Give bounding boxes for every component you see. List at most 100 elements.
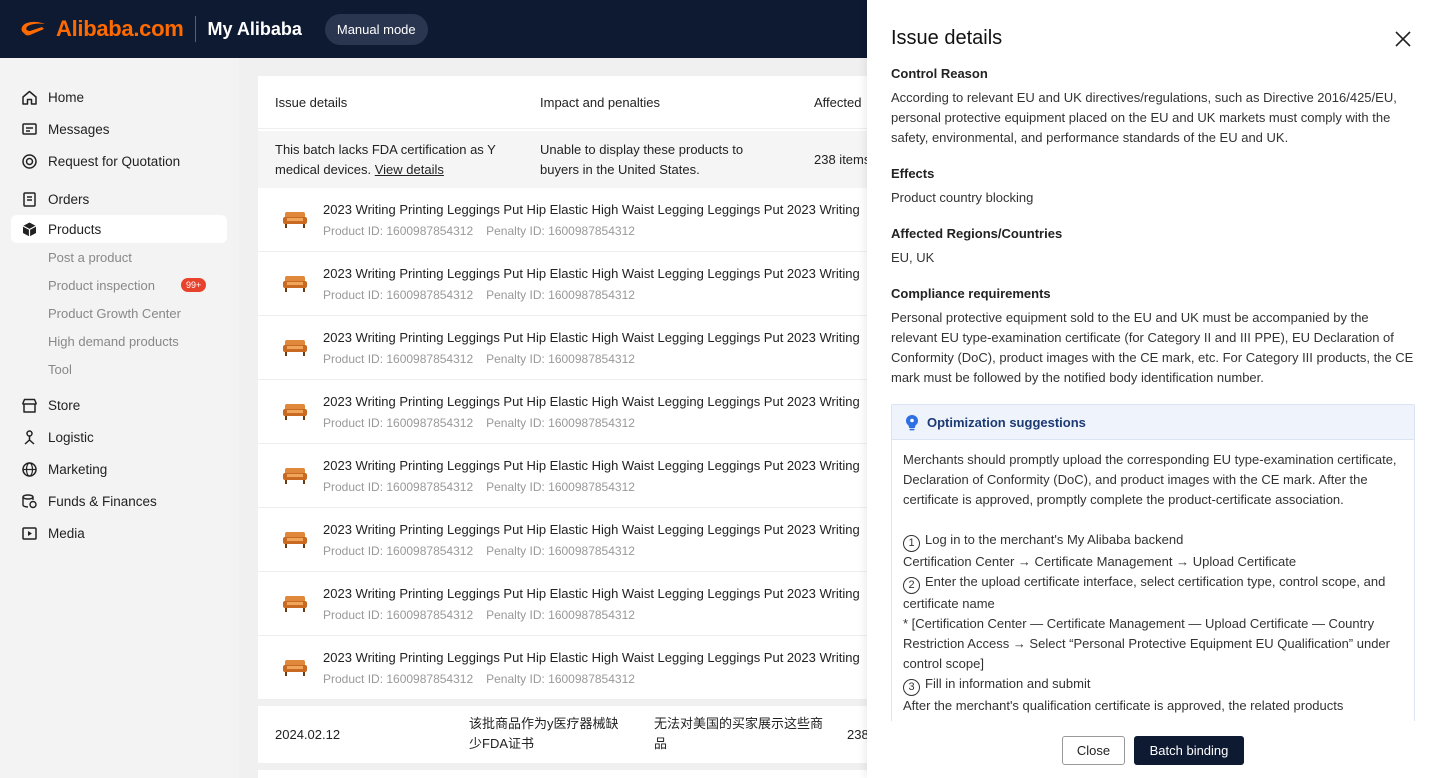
product-meta: Product ID: 1600987854312 Penalty ID: 160…: [323, 544, 635, 558]
step-3: 3 Fill in information and submit: [903, 674, 1403, 696]
table-row[interactable]: 2024.02.12 该批商品作为y医疗器械缺少FDA证书 无法对美国的买家展示…: [258, 706, 867, 763]
alibaba-logo[interactable]: Alibaba.com: [18, 16, 184, 42]
coins-icon: [20, 492, 38, 510]
sidebar-item-label: Logistic: [48, 429, 94, 445]
product-title[interactable]: 2023 Writing Printing Leggings Put Hip E…: [323, 586, 860, 601]
row-impact: 无法对美国的买家展示这些商品: [654, 716, 824, 751]
product-title[interactable]: 2023 Writing Printing Leggings Put Hip E…: [323, 650, 860, 665]
sidebar-item-label: Media: [48, 525, 85, 541]
view-details-link[interactable]: View details: [375, 162, 444, 177]
column-header: Issue details: [275, 94, 348, 110]
sidebar-item-orders[interactable]: Orders: [0, 183, 239, 215]
main-content: Issue details Impact and penalties Affec…: [239, 58, 867, 778]
notification-badge: 99+: [180, 278, 207, 292]
sidebar-item-label: Home: [48, 89, 85, 105]
sidebar-item-store[interactable]: Store: [0, 389, 239, 421]
sidebar-subitem-growth-center[interactable]: Product Growth Center: [0, 299, 239, 327]
home-icon: [20, 88, 38, 106]
product-thumbnail[interactable]: [282, 400, 308, 422]
product-meta: Product ID: 1600987854312 Penalty ID: 160…: [323, 224, 635, 238]
manual-mode-button[interactable]: Manual mode: [324, 13, 428, 45]
product-title[interactable]: 2023 Writing Printing Leggings Put Hip E…: [323, 522, 860, 537]
penalty-id: Penalty ID: 1600987854312: [486, 544, 635, 558]
box-icon: [20, 220, 38, 238]
product-thumbnail[interactable]: [282, 336, 308, 358]
sidebar-item-label: Orders: [48, 191, 90, 207]
product-thumbnail[interactable]: [282, 592, 308, 614]
sidebar-subitem-label: Product inspection: [48, 277, 155, 293]
product-meta: Product ID: 1600987854312 Penalty ID: 160…: [323, 288, 635, 302]
product-list: 2023 Writing Printing Leggings Put Hip E…: [258, 188, 867, 700]
product-row[interactable]: 2023 Writing Printing Leggings Put Hip E…: [258, 316, 867, 380]
row-date: 2024.02.12: [275, 727, 341, 742]
sidebar-item-label: Request for Quotation: [48, 153, 181, 169]
sidebar: Home Messages Request for Quotation Orde…: [0, 58, 239, 778]
column-header: Affected: [814, 94, 862, 110]
logo-text: Alibaba.com: [56, 16, 184, 41]
step-3-after: After the merchant's qualification certi…: [903, 698, 1344, 713]
product-row[interactable]: 2023 Writing Printing Leggings Put Hip E…: [258, 252, 867, 316]
sidebar-subitem-tool[interactable]: Tool: [0, 355, 239, 383]
sidebar-item-label: Store: [48, 397, 81, 413]
control-reason-section: Control Reason According to relevant EU …: [891, 64, 1415, 148]
optimization-suggestions-box: Optimization suggestions Merchants shoul…: [891, 404, 1415, 734]
issue-details-drawer: Issue details Control Reason According t…: [867, 0, 1433, 778]
product-row[interactable]: 2023 Writing Printing Leggings Put Hip E…: [258, 636, 867, 700]
media-icon: [20, 524, 38, 542]
product-row[interactable]: 2023 Writing Printing Leggings Put Hip E…: [258, 444, 867, 508]
close-button[interactable]: Close: [1062, 736, 1125, 765]
product-title[interactable]: 2023 Writing Printing Leggings Put Hip E…: [323, 202, 860, 217]
sidebar-item-funds[interactable]: Funds & Finances: [0, 485, 239, 517]
product-title[interactable]: 2023 Writing Printing Leggings Put Hip E…: [323, 458, 860, 473]
issue-row: This batch lacks FDA certification as Y …: [258, 131, 867, 188]
product-thumbnail[interactable]: [282, 528, 308, 550]
sidebar-subitem-product-inspection[interactable]: Product inspection 99+: [0, 271, 239, 299]
product-thumbnail[interactable]: [282, 464, 308, 486]
product-thumbnail[interactable]: [282, 656, 308, 678]
page-title[interactable]: My Alibaba: [208, 19, 302, 40]
sidebar-item-marketing[interactable]: Marketing: [0, 453, 239, 485]
affected-count: 238 items: [814, 152, 867, 167]
table-header: Issue details Impact and penalties Affec…: [258, 76, 867, 129]
product-row[interactable]: 2023 Writing Printing Leggings Put Hip E…: [258, 572, 867, 636]
penalty-id: Penalty ID: 1600987854312: [486, 416, 635, 430]
product-thumbnail[interactable]: [282, 208, 308, 230]
product-title[interactable]: 2023 Writing Printing Leggings Put Hip E…: [323, 394, 860, 409]
product-id: Product ID: 1600987854312: [323, 416, 474, 430]
compliance-text: Personal protective equipment sold to th…: [891, 310, 1414, 385]
sidebar-item-logistic[interactable]: Logistic: [0, 421, 239, 453]
sidebar-item-home[interactable]: Home: [0, 81, 239, 113]
product-meta: Product ID: 1600987854312 Penalty ID: 160…: [323, 352, 635, 366]
sidebar-item-rfq[interactable]: Request for Quotation: [0, 145, 239, 177]
product-id: Product ID: 1600987854312: [323, 224, 474, 238]
penalty-id: Penalty ID: 1600987854312: [486, 224, 635, 238]
section-heading: Affected Regions/Countries: [891, 226, 1063, 241]
step-number: 1: [903, 535, 920, 552]
section-heading: Control Reason: [891, 66, 988, 81]
step-text: Log in to the merchant's My Alibaba back…: [925, 532, 1184, 547]
product-row[interactable]: 2023 Writing Printing Leggings Put Hip E…: [258, 188, 867, 252]
sidebar-subitem-label: Post a product: [48, 249, 132, 265]
product-row[interactable]: 2023 Writing Printing Leggings Put Hip E…: [258, 380, 867, 444]
logistic-icon: [20, 428, 38, 446]
sidebar-subitem-post-product[interactable]: Post a product: [0, 243, 239, 271]
product-row[interactable]: 2023 Writing Printing Leggings Put Hip E…: [258, 508, 867, 572]
sidebar-item-label: Marketing: [48, 461, 108, 477]
sidebar-item-messages[interactable]: Messages: [0, 113, 239, 145]
product-id: Product ID: 1600987854312: [323, 352, 474, 366]
optimization-header: Optimization suggestions: [892, 405, 1414, 440]
batch-binding-button[interactable]: Batch binding: [1134, 736, 1244, 765]
product-title[interactable]: 2023 Writing Printing Leggings Put Hip E…: [323, 266, 860, 281]
optimization-body: Merchants should promptly upload the cor…: [892, 440, 1414, 716]
product-title[interactable]: 2023 Writing Printing Leggings Put Hip E…: [323, 330, 860, 345]
product-id: Product ID: 1600987854312: [323, 544, 474, 558]
close-icon[interactable]: [1393, 29, 1413, 49]
product-thumbnail[interactable]: [282, 272, 308, 294]
product-meta: Product ID: 1600987854312 Penalty ID: 160…: [323, 416, 635, 430]
sidebar-item-products[interactable]: Products: [11, 215, 227, 243]
sidebar-subitem-high-demand[interactable]: High demand products: [0, 327, 239, 355]
sidebar-item-media[interactable]: Media: [0, 517, 239, 549]
sidebar-subitem-label: High demand products: [48, 333, 179, 349]
header-divider: [194, 16, 196, 42]
orders-icon: [20, 190, 38, 208]
